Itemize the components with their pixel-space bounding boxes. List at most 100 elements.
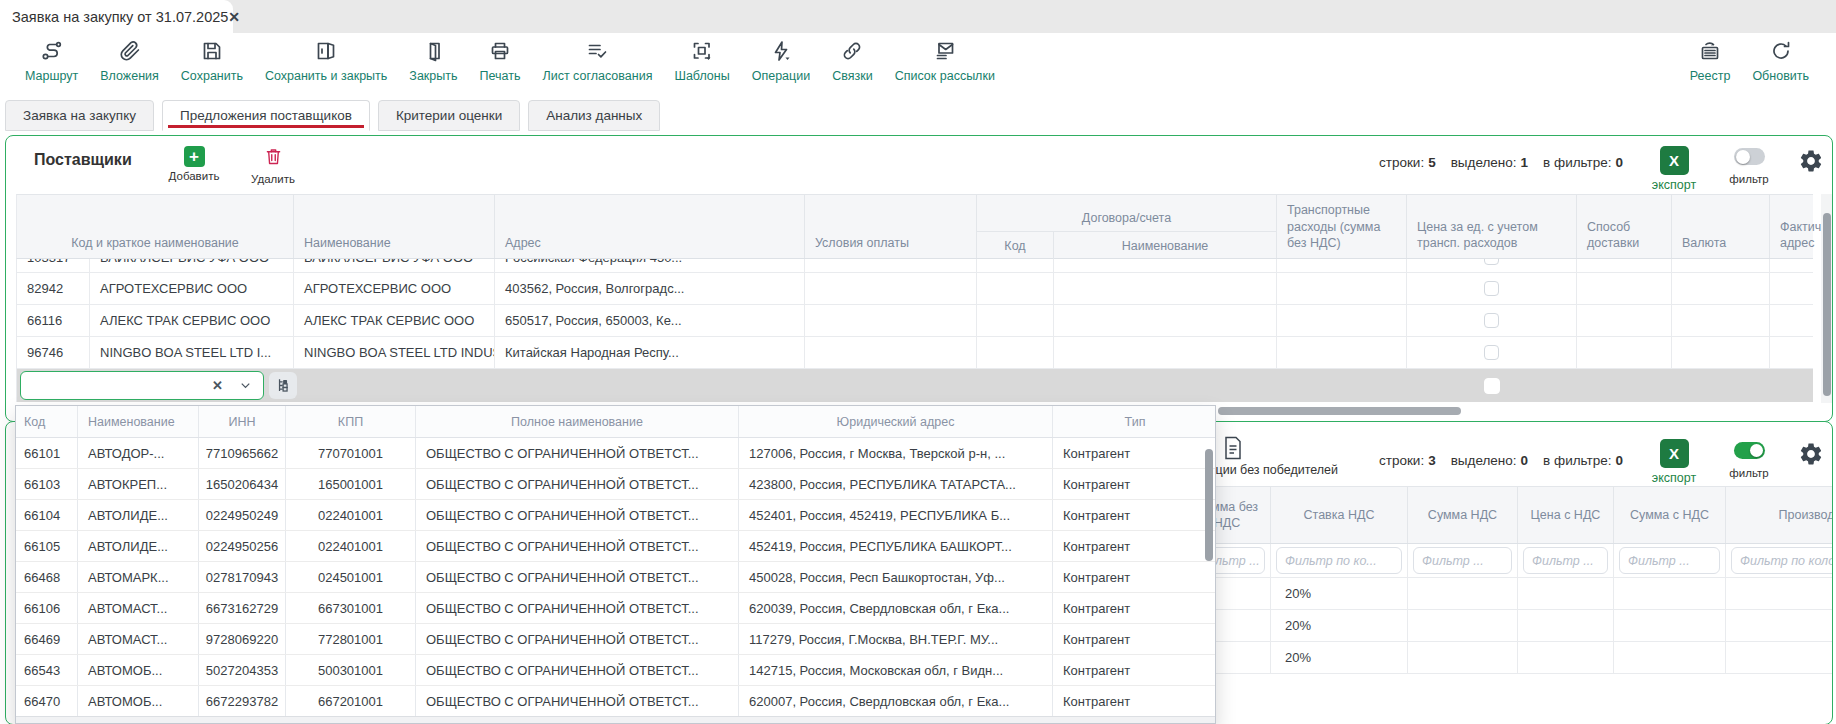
tree-select-button[interactable] xyxy=(269,372,297,399)
col-code[interactable]: Код xyxy=(16,406,78,437)
dropdown-row[interactable]: 66103 АВТОКРЕП... 1650206434 165001001 О… xyxy=(16,469,1215,500)
col-unit-price[interactable]: Цена за ед. с учетом трансп. расходов xyxy=(1407,195,1577,258)
dropdown-row[interactable]: 66468 АВТОМАРК... 0278170943 024501001 О… xyxy=(16,562,1215,593)
suppliers-panel: Поставщики + Добавить Удалить строки:5 в… xyxy=(5,135,1833,422)
col-currency[interactable]: Валюта xyxy=(1672,195,1770,258)
col-name[interactable]: Наименование xyxy=(294,195,495,258)
col-vat-sum[interactable]: Сумма НДС xyxy=(1408,487,1518,543)
col-fact-address[interactable]: Фактический адрес xyxy=(1770,195,1824,258)
tab-evaluation-criteria[interactable]: Критерии оценки xyxy=(378,100,520,131)
route-button[interactable]: Маршрут xyxy=(14,39,89,83)
filter-input[interactable]: Фильтр ... xyxy=(1523,547,1608,574)
chevron-down-icon[interactable] xyxy=(238,378,253,393)
filter-toggle[interactable]: фильтр xyxy=(1719,442,1779,479)
dropdown-row[interactable]: 66105 АВТОЛИДЕ... 0224950256 022401001 О… xyxy=(16,531,1215,562)
supplier-combobox[interactable]: ✕ xyxy=(20,371,264,400)
settings-gear-icon[interactable] xyxy=(1798,148,1824,174)
operations-button[interactable]: Операции xyxy=(741,39,821,83)
tab-request[interactable]: Заявка на закупку xyxy=(5,100,154,131)
add-supplier-button[interactable]: + Добавить xyxy=(161,146,227,182)
links-button[interactable]: Связки xyxy=(821,39,883,83)
attachments-button[interactable]: Вложения xyxy=(89,39,170,83)
filter-input[interactable]: Фильтр ... xyxy=(1619,547,1720,574)
main-toolbar: Маршрут Вложения Сохранить Сохранить и з… xyxy=(0,33,1836,89)
col-type[interactable]: Тип xyxy=(1053,406,1217,437)
filter-input[interactable]: Фильтр ... xyxy=(1413,547,1512,574)
supplier-row[interactable]: 66116 АЛЕКС ТРАК СЕРВИС ООО АЛЕКС ТРАК С… xyxy=(17,305,1813,337)
close-tab-icon[interactable]: ✕ xyxy=(228,9,240,25)
horizontal-scrollbar-thumb[interactable] xyxy=(1218,407,1461,415)
col-contract-code[interactable]: Код xyxy=(977,232,1054,259)
export-excel-button[interactable]: X экспорт xyxy=(1644,439,1704,485)
col-code-short[interactable]: Код и краткое наименование xyxy=(17,195,294,258)
col-kpp[interactable]: КПП xyxy=(286,406,416,437)
document-tab-title: Заявка на закупку от 31.07.2025 xyxy=(12,9,228,25)
clear-icon[interactable]: ✕ xyxy=(212,378,223,393)
settings-gear-icon[interactable] xyxy=(1798,441,1824,467)
col-transport[interactable]: Транспортные расходы (сумма без НДС) xyxy=(1277,195,1407,258)
dropdown-row[interactable]: 66469 АВТОМАСТ... 9728069220 772801001 О… xyxy=(16,624,1215,655)
col-sum-vat[interactable]: Сумма с НДС xyxy=(1614,487,1726,543)
checkbox-icon[interactable] xyxy=(1484,281,1499,296)
contractor-dropdown: Код Наименование ИНН КПП Полное наименов… xyxy=(15,405,1216,724)
tab-supplier-offers[interactable]: Предложения поставщиков xyxy=(162,100,370,131)
chain-icon xyxy=(840,39,864,66)
col-vat-rate[interactable]: Ставка НДС xyxy=(1271,487,1408,543)
col-payment[interactable]: Условия оплаты xyxy=(805,195,977,258)
approval-sheet-button[interactable]: Лист согласования xyxy=(531,39,663,83)
scrollbar-thumb[interactable] xyxy=(1823,213,1831,396)
dropdown-row[interactable]: 66470 АВТОМОБ... 6672293782 667201001 ОБ… xyxy=(16,686,1215,717)
suppliers-table: Код и краткое наименование Наименование … xyxy=(16,194,1813,402)
vertical-scrollbar[interactable] xyxy=(1821,194,1832,403)
save-icon xyxy=(200,39,224,66)
templates-button[interactable]: Шаблоны xyxy=(663,39,740,83)
col-manufacturer[interactable]: Производитель xyxy=(1726,487,1833,543)
col-contract-name[interactable]: Наименование xyxy=(1054,232,1276,259)
close-button[interactable]: Закрыть xyxy=(398,39,468,83)
table-row[interactable]: 20% xyxy=(1184,610,1833,642)
supplier-row[interactable]: 103317 БАЙКАЛСЕРВИС УФА ООО БАЙКАЛСЕРВИС… xyxy=(17,259,1813,273)
filter-input[interactable]: Фильтр по ко... xyxy=(1276,547,1402,574)
dropdown-row[interactable]: 66543 АВТОМОБ... 5027204353 500301001 ОБ… xyxy=(16,655,1215,686)
refresh-button[interactable]: Обновить xyxy=(1741,39,1820,83)
registry-button[interactable]: Реестр xyxy=(1679,39,1742,83)
supplier-row[interactable]: 82942 АГРОТЕХСЕРВИС ООО АГРОТЕХСЕРВИС ОО… xyxy=(17,273,1813,305)
delete-supplier-button[interactable]: Удалить xyxy=(243,146,303,185)
save-close-button[interactable]: Сохранить и закрыть xyxy=(254,39,398,83)
checkbox-icon[interactable] xyxy=(1484,259,1499,265)
col-name[interactable]: Наименование xyxy=(78,406,199,437)
toggle-off-icon[interactable] xyxy=(1734,148,1765,165)
mailing-list-button[interactable]: Список рассылки xyxy=(884,39,1006,83)
grid-info: строки:5 выделено:1 в фильтре:0 xyxy=(1379,155,1623,170)
col-delivery[interactable]: Способ доставки xyxy=(1577,195,1672,258)
tab-data-analysis[interactable]: Анализ данных xyxy=(528,100,660,131)
plus-icon: + xyxy=(184,146,205,167)
table-row[interactable]: 20% xyxy=(1184,642,1833,674)
print-button[interactable]: Печать xyxy=(469,39,532,83)
col-price-vat[interactable]: Цена с НДС xyxy=(1518,487,1614,543)
toggle-on-icon[interactable] xyxy=(1734,442,1765,459)
checkbox-icon[interactable] xyxy=(1484,313,1499,328)
checkbox-icon[interactable] xyxy=(1484,378,1500,394)
dropdown-horizontal-scrollbar[interactable] xyxy=(16,716,1215,723)
checkbox-icon[interactable] xyxy=(1484,345,1499,360)
col-address[interactable]: Адрес xyxy=(495,195,805,258)
dropdown-row[interactable]: 66106 АВТОМАСТ... 6673162729 667301001 О… xyxy=(16,593,1215,624)
dropdown-row[interactable]: 66101 АВТОДОР-... 7710965662 770701001 О… xyxy=(16,438,1215,469)
list-check-icon xyxy=(585,39,609,66)
filter-toggle[interactable]: фильтр xyxy=(1719,148,1779,185)
dropdown-row[interactable]: 66104 АВТОЛИДЕ... 0224950249 022401001 О… xyxy=(16,500,1215,531)
save-button[interactable]: Сохранить xyxy=(170,39,254,83)
dropdown-rows: 66101 АВТОДОР-... 7710965662 770701001 О… xyxy=(16,438,1215,717)
document-tab[interactable]: Заявка на закупку от 31.07.2025 ✕ xyxy=(0,0,233,33)
supplier-row-selected[interactable]: ✕ xyxy=(17,369,1813,402)
supplier-row[interactable]: 96746 NINGBO BOA STEEL LTD I... NINGBO B… xyxy=(17,337,1813,369)
filter-input[interactable]: Фильтр по коло... xyxy=(1731,547,1833,574)
col-legal-address[interactable]: Юридический адрес xyxy=(739,406,1053,437)
table-row[interactable]: 20% xyxy=(1184,578,1833,610)
col-inn[interactable]: ИНН xyxy=(199,406,286,437)
export-excel-button[interactable]: X экспорт xyxy=(1644,146,1704,192)
col-full-name[interactable]: Полное наименование xyxy=(416,406,739,437)
dropdown-scrollbar-thumb[interactable] xyxy=(1205,449,1213,561)
trash-icon xyxy=(263,146,284,170)
